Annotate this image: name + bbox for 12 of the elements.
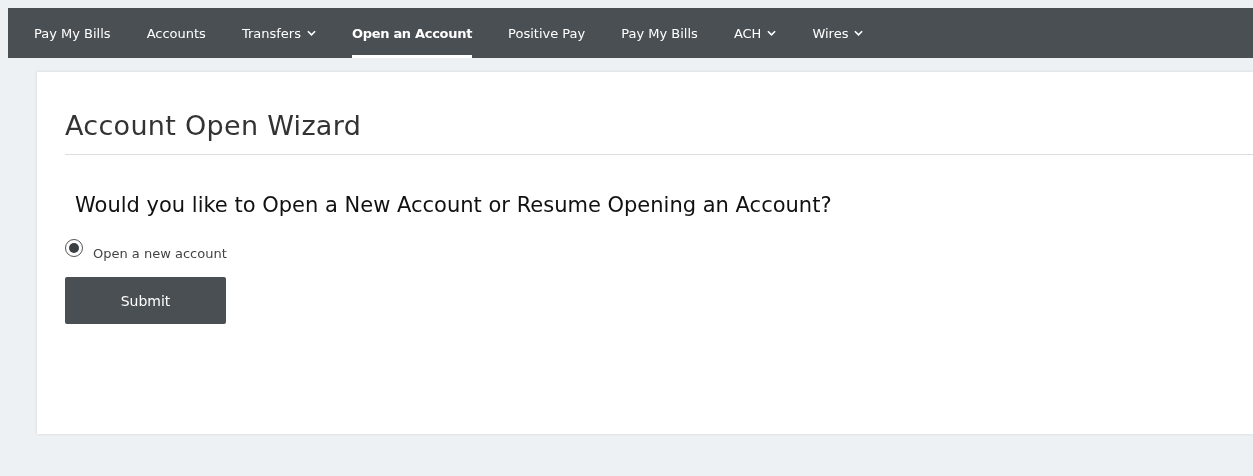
page-title: Account Open Wizard	[65, 110, 363, 141]
nav-tab[interactable]: Accounts	[146, 8, 206, 58]
nav-tab[interactable]: ACH	[733, 8, 777, 58]
nav-tab[interactable]: Wires	[812, 8, 864, 58]
option-label: Open a new account	[93, 246, 227, 261]
nav-tab[interactable]: Pay My Bills	[621, 8, 698, 58]
submit-button[interactable]: Submit	[65, 277, 226, 324]
nav-tab[interactable]: Transfers	[241, 8, 316, 58]
nav-tab[interactable]: Pay My Bills	[34, 8, 111, 58]
question-text: Would you like to Open a New Account or Resume Opening an Account?	[75, 193, 833, 217]
nav-tab[interactable]: Positive Pay	[508, 8, 586, 58]
nav-tab[interactable]: Open an Account	[351, 8, 473, 58]
